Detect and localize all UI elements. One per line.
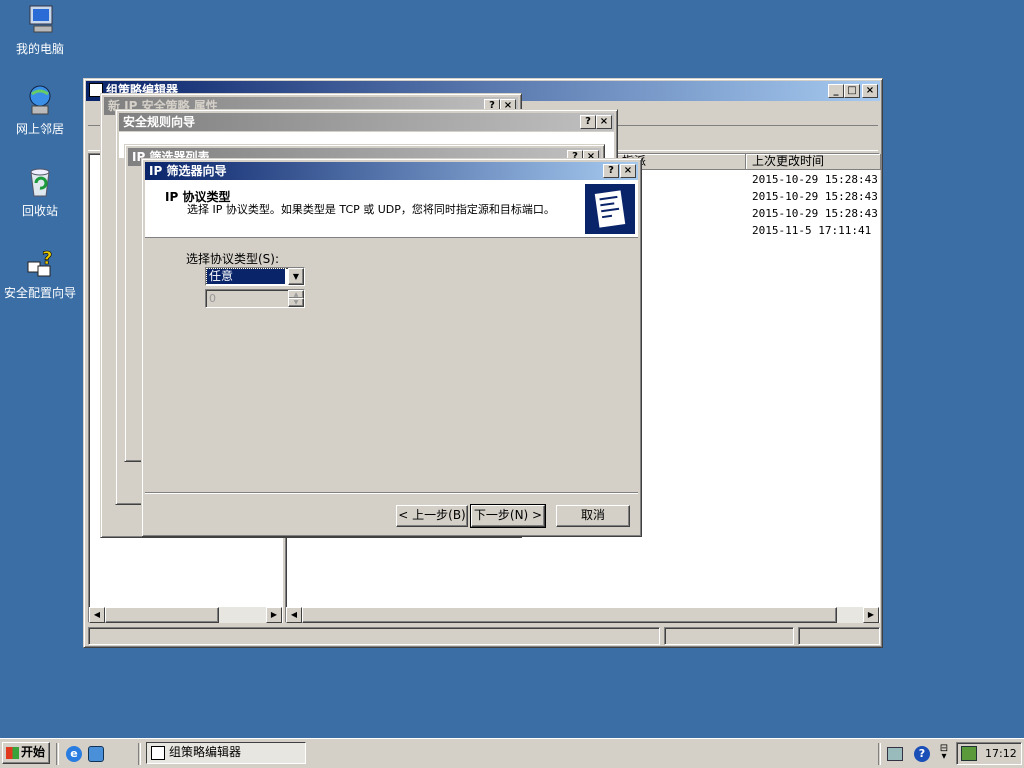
protocol-select[interactable]: 任意 ▼ [205, 267, 305, 286]
close-button[interactable]: × [620, 164, 636, 178]
list-hscrollbar[interactable]: ◀ ▶ [286, 607, 879, 623]
computer-icon [24, 4, 56, 36]
wizard-header: IP 协议类型 选择 IP 协议类型。如果类型是 TCP 或 UDP，您将同时指… [145, 180, 638, 238]
wizard-separator [145, 492, 638, 494]
taskbar-button-gpedit[interactable]: 组策略编辑器 [146, 742, 306, 764]
column-header-last-modified[interactable]: 上次更改时间 [746, 154, 881, 170]
network-tray-icon[interactable] [887, 747, 903, 761]
taskbar: 开始 e 组策略编辑器 ? ⊟ ▾ 17:12 [0, 738, 1024, 768]
help-tray-icon[interactable]: ? [914, 746, 930, 762]
port-value: 0 [209, 292, 216, 305]
wizard-banner-icon [585, 184, 635, 234]
maximize-button[interactable]: □ [844, 84, 860, 98]
desktop-icon-label: 回收站 [21, 204, 58, 218]
cancel-button[interactable]: 取消 [556, 505, 630, 527]
taskbar-button-label: 组策略编辑器 [169, 745, 242, 759]
desktop-icon-recycle-bin[interactable]: 回收站 [0, 166, 80, 219]
recycle-bin-icon [24, 166, 56, 198]
list-row[interactable]: 2015-10-29 15:28:43 [752, 207, 878, 220]
scroll-right-icon[interactable]: ▶ [266, 607, 282, 623]
desktop-icon-network[interactable]: 网上邻居 [0, 84, 80, 137]
quicklaunch-divider [138, 743, 141, 765]
gpedit-app-icon [151, 746, 165, 760]
close-button[interactable]: × [596, 115, 612, 129]
spin-down-icon[interactable]: ▼ [288, 298, 304, 307]
scroll-left-icon[interactable]: ◀ [286, 607, 302, 623]
security-wizard-icon: ? [24, 248, 56, 280]
rule-wizard-titlebar[interactable]: 安全规则向导 ? × [119, 113, 614, 131]
list-row[interactable]: 2015-11-5 17:11:41 [752, 224, 871, 237]
help-button[interactable]: ? [580, 115, 596, 129]
minimize-button[interactable]: _ [828, 84, 844, 98]
scroll-right-icon[interactable]: ▶ [863, 607, 879, 623]
status-pane [798, 627, 880, 645]
desktop-icon-security-wizard[interactable]: ? 安全配置向导 [0, 248, 80, 301]
port-spinner[interactable]: 0 ▲ ▼ [205, 289, 305, 308]
status-pane [664, 627, 794, 645]
filter-wizard-titlebar[interactable]: IP 筛选器向导 ? × [145, 162, 638, 180]
windows-tray-icon[interactable]: ⊟ ▾ [939, 744, 949, 763]
filter-wizard-title: IP 筛选器向导 [149, 164, 227, 178]
status-pane [88, 627, 660, 645]
tray-divider [878, 743, 881, 765]
desktop-icon-label: 我的电脑 [15, 42, 64, 56]
filter-wizard-window: IP 筛选器向导 ? × IP 协议类型 选择 IP 协议类型。如果类型是 TC… [141, 158, 642, 537]
desktop-icon-label: 网上邻居 [15, 122, 64, 136]
back-button[interactable]: < 上一步(B) [396, 505, 468, 527]
notification-area: 17:12 [956, 742, 1022, 765]
desktop-icon-my-computer[interactable]: 我的电脑 [0, 4, 80, 57]
list-row[interactable]: 2015-10-29 15:28:43 [752, 190, 878, 203]
rule-wizard-title: 安全规则向导 [123, 115, 196, 129]
close-button[interactable]: × [862, 84, 878, 98]
protocol-label: 选择协议类型(S): [186, 252, 280, 266]
wizard-description: 选择 IP 协议类型。如果类型是 TCP 或 UDP，您将同时指定源和目标端口。 [187, 203, 555, 216]
svg-text:?: ? [42, 248, 52, 269]
security-tray-icon[interactable] [961, 746, 977, 761]
scroll-left-icon[interactable]: ◀ [89, 607, 105, 623]
ie-icon[interactable]: e [66, 746, 82, 762]
list-row[interactable]: 2015-10-29 15:28:43 [752, 173, 878, 186]
next-button[interactable]: 下一步(N) > [470, 504, 546, 528]
chevron-down-icon[interactable]: ▼ [288, 268, 304, 285]
scroll-thumb[interactable] [105, 607, 219, 623]
scroll-thumb[interactable] [302, 607, 837, 623]
network-icon [24, 84, 56, 116]
windows-logo-icon [6, 747, 19, 759]
start-label: 开始 [21, 745, 46, 759]
protocol-select-value: 任意 [206, 268, 286, 285]
quicklaunch-divider [56, 743, 59, 765]
explorer-icon[interactable] [88, 746, 104, 762]
start-button[interactable]: 开始 [2, 742, 50, 764]
help-button[interactable]: ? [603, 164, 619, 178]
desktop-icon-label: 安全配置向导 [3, 286, 76, 300]
clock[interactable]: 17:12 [985, 747, 1017, 760]
status-bar [88, 627, 880, 645]
tree-hscrollbar[interactable]: ◀ ▶ [89, 607, 282, 623]
